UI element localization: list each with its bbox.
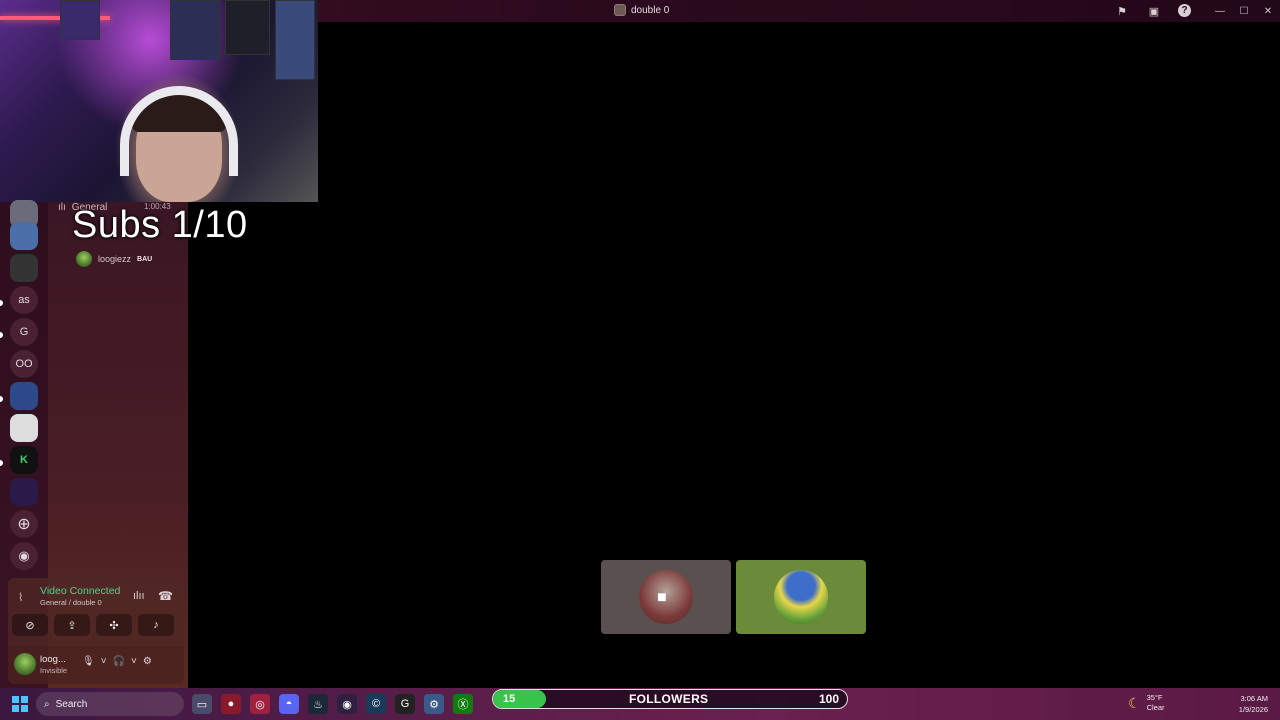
flag-icon[interactable]: ⚑ [1114,3,1130,19]
activities-button[interactable]: ✣ [96,614,132,636]
windows-start-icon[interactable] [12,696,28,712]
user-name[interactable]: loog... [40,654,66,665]
signal-icon[interactable]: ⌇ [18,591,23,604]
voice-user-row[interactable]: loogiezz BAU [76,251,152,267]
user-panel: loog... Invisible 🎙 ˅ 🎧 ˅ ⚙ [8,646,184,684]
window-title-text: double 0 [631,4,670,16]
wall-poster [275,0,315,80]
settings-icon[interactable]: ⚙ [424,694,444,714]
camera-off-button[interactable]: ⊘ [12,614,48,636]
camera-icon: ■ [657,589,667,606]
noise-suppression-icon[interactable]: ılıı [133,590,145,602]
server-icon-as[interactable]: as [10,286,38,314]
avatar[interactable] [14,653,36,675]
weather-text: 35°F Clear [1147,693,1165,713]
discord-icon[interactable]: ◓ [279,694,299,714]
followers-current: 15 [503,693,516,705]
system-clock[interactable]: 3:06 AM 1/9/2026 [1239,693,1268,715]
chevron-down-icon[interactable]: ˅ [101,656,107,667]
headphones [120,86,238,176]
server-icon[interactable] [10,222,38,250]
browser-icon[interactable]: © [366,694,386,714]
voice-status-title: Video Connected [40,585,121,597]
title-toolbar: ⚑ ▣ ? [1114,3,1191,19]
followers-label: FOLLOWERS [629,692,709,706]
taskbar-search[interactable]: ⌕ Search [36,692,184,716]
user-controls: 🎙 ˅ 🎧 ˅ ⚙ [82,656,152,667]
dm-avatar [614,4,626,16]
server-icon[interactable]: K [10,446,38,474]
window-title: double 0 [614,4,669,16]
followers-goal-bar: 15 FOLLOWERS 100 [492,689,848,709]
avatar [774,570,828,624]
weather-widget[interactable]: ☾ 35°F Clear [1128,693,1165,713]
soundboard-button[interactable]: ♪ [138,614,174,636]
voice-action-buttons: ⊘ ⇪ ✣ ♪ [12,614,174,636]
xbox-icon[interactable]: Ⓧ [453,694,473,714]
clock-date: 1/9/2026 [1238,705,1268,714]
server-icon[interactable] [10,478,38,506]
inbox-icon[interactable]: ▣ [1146,3,1162,19]
followers-progress-fill [493,690,547,708]
chevron-down-icon[interactable]: ˅ [131,656,137,667]
user-status: Invisible [40,666,68,675]
unread-indicator [0,300,3,306]
microphone-icon[interactable]: 🎙 [82,656,95,667]
share-screen-button[interactable]: ⇪ [54,614,90,636]
voice-channel-icon: ılı [58,202,66,213]
clock-time: 3:06 AM [1240,694,1268,703]
server-icon[interactable] [10,414,38,442]
logitech-icon[interactable]: G [395,694,415,714]
window-controls: — ☐ ✕ [1208,0,1280,22]
server-icon-g[interactable]: G [10,318,38,346]
help-icon[interactable]: ? [1178,4,1191,17]
server-icon[interactable] [10,254,38,282]
weather-condition: Clear [1146,703,1165,712]
unread-indicator [0,332,3,338]
task-view-icon[interactable]: ▭ [192,694,212,714]
unread-indicator [0,396,3,402]
obs-icon[interactable]: ◉ [337,694,357,714]
maximize-icon[interactable]: ☐ [1232,0,1256,22]
followers-goal: 100 [818,692,839,706]
app-icon[interactable]: ◎ [250,694,270,714]
subs-goal-overlay: Subs 1/10 [72,204,248,246]
add-server-icon[interactable]: ⊕ [10,510,38,538]
moon-icon: ☾ [1128,694,1141,711]
disconnect-icon[interactable]: ☎ [158,589,173,603]
taskbar-apps: ▭ ● ◎ ◓ ♨ ◉ © G ⚙ Ⓧ [192,694,473,714]
close-icon[interactable]: ✕ [1256,0,1280,22]
participant-tile[interactable]: ■ [601,560,731,634]
search-icon: ⌕ [44,698,50,710]
headphones-icon[interactable]: 🎧 [113,656,125,667]
server-icon-oo[interactable]: OO [10,350,38,378]
voice-user-name: loogiezz [98,254,132,264]
gear-icon[interactable]: ⚙ [143,656,152,667]
user-tag: BAU [137,255,153,263]
wall-poster [170,0,220,60]
wall-poster [60,0,100,40]
webcam-overlay [0,0,318,202]
unread-indicator [0,460,3,466]
steam-icon[interactable]: ♨ [308,694,328,714]
voice-status-subtitle[interactable]: General / double 0 [40,598,102,607]
search-placeholder: Search [55,698,88,710]
discover-icon[interactable]: ◉ [10,542,38,570]
voice-connection-panel: ⌇ Video Connected General / double 0 ılı… [8,578,184,646]
app-icon[interactable]: ● [221,694,241,714]
participant-tile[interactable] [736,560,866,634]
avatar [76,251,92,267]
wall-poster [225,0,270,55]
minimize-icon[interactable]: — [1208,0,1232,22]
weather-temp: 35°F [1146,693,1163,702]
server-icon[interactable] [10,382,38,410]
